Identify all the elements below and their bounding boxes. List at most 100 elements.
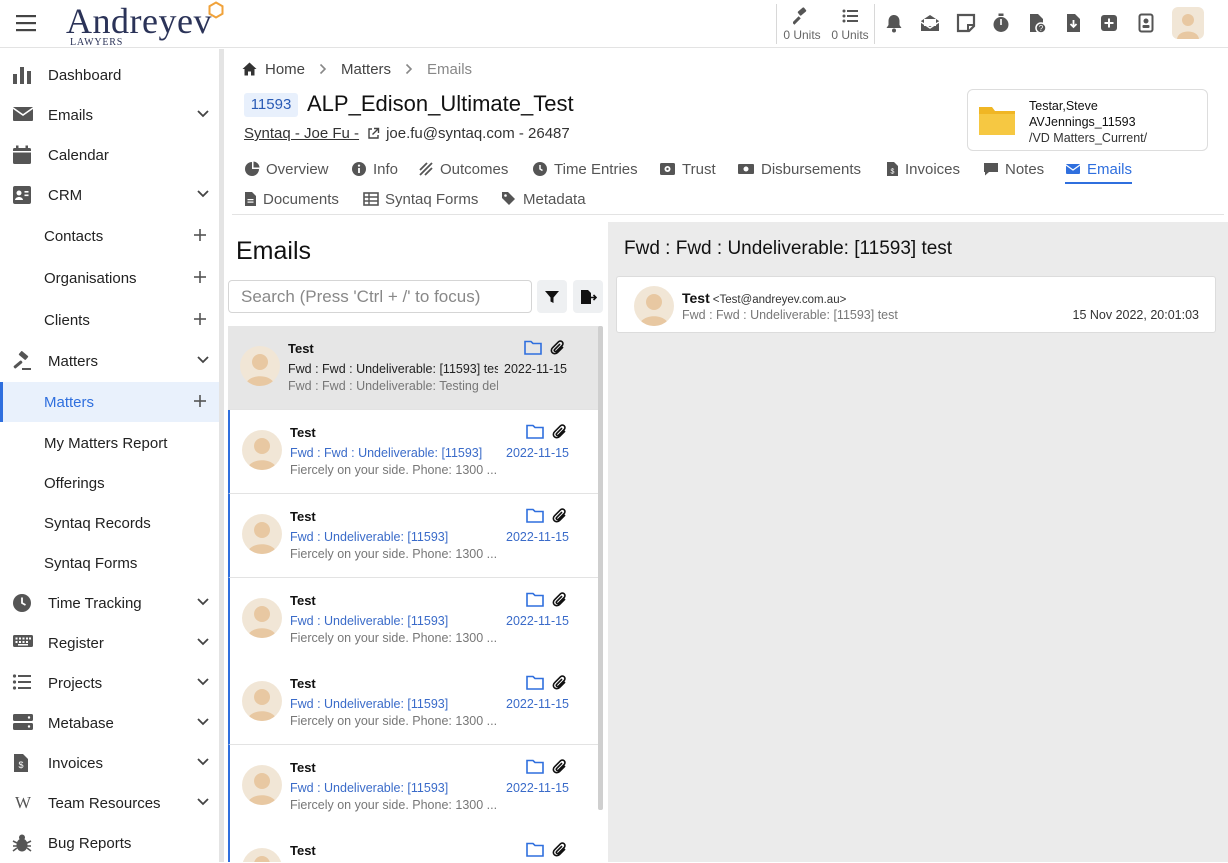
folder-outline-icon[interactable] [526, 842, 544, 857]
paperclip-icon[interactable] [552, 759, 568, 775]
contact-link[interactable]: Syntaq - Joe Fu - [244, 125, 359, 142]
andreyev-logo[interactable]: Andreyev LAWYERS [66, 1, 226, 48]
paperclip-icon[interactable] [550, 340, 566, 356]
tab-outcomes[interactable]: Outcomes [418, 157, 508, 181]
email-list-item[interactable]: Test Fwd : Fwd : Undeliverable: [11593] … [228, 410, 600, 494]
avatar [242, 598, 282, 638]
folder-outline-icon[interactable] [526, 424, 544, 439]
chevron-down-icon[interactable] [196, 355, 210, 365]
contact-email[interactable]: joe.fu@syntaq.com - 26487 [386, 125, 570, 142]
external-link-icon[interactable] [367, 127, 380, 140]
sidebar-item-contacts[interactable]: Contacts [0, 216, 220, 256]
tab-emails[interactable]: Emails [1065, 157, 1133, 184]
breadcrumb-home[interactable]: Home [265, 61, 305, 78]
chevron-down-icon[interactable] [196, 637, 210, 647]
folder-outline-icon[interactable] [526, 759, 544, 774]
chevron-down-icon[interactable] [196, 677, 210, 687]
sidebar-item-time-tracking[interactable]: Time Tracking [0, 583, 220, 623]
folder-outline-icon[interactable] [526, 508, 544, 523]
sticky-note-icon[interactable] [956, 13, 976, 33]
folder-outline-icon[interactable] [526, 675, 544, 690]
bell-icon[interactable] [884, 13, 904, 33]
folder-outline-icon[interactable] [524, 340, 542, 355]
chevron-down-icon[interactable] [196, 757, 210, 767]
plus-icon[interactable] [193, 312, 207, 326]
file-question-icon[interactable]: ? [1027, 13, 1047, 33]
paperclip-icon[interactable] [552, 424, 568, 440]
sidebar-item-calendar[interactable]: Calendar [0, 135, 220, 175]
tab-info[interactable]: Info [351, 157, 398, 181]
money-bill-icon [737, 162, 761, 176]
email-subject: Fwd : Fwd : Undeliverable: [11593] [290, 446, 483, 460]
id-badge-icon[interactable] [1136, 13, 1156, 33]
tab-overview[interactable]: Overview [244, 157, 329, 181]
chevron-down-icon[interactable] [196, 717, 210, 727]
tab-time-entries[interactable]: Time Entries [532, 157, 638, 181]
export-button[interactable] [573, 280, 603, 313]
sidebar-item-crm[interactable]: CRM [0, 175, 220, 215]
email-list-item[interactable]: Test Fwd : Undeliverable: [11593] 2022-1… [228, 661, 600, 745]
sidebar-item-syntaq-records[interactable]: Syntaq Records [0, 503, 220, 543]
sidebar-item-metabase[interactable]: Metabase [0, 703, 220, 743]
envelope-open-icon[interactable] [919, 13, 941, 33]
tab-notes[interactable]: Notes [983, 157, 1044, 181]
sidebar-item-matters-group[interactable]: Matters [0, 341, 220, 381]
sidebar-item-dashboard[interactable]: Dashboard [0, 55, 220, 95]
email-list-scrollbar[interactable] [598, 326, 603, 810]
sidebar-item-my-matters-report[interactable]: My Matters Report [0, 423, 220, 463]
sidebar-item-emails[interactable]: Emails [0, 95, 220, 135]
sidebar-item-team-resources[interactable]: W Team Resources [0, 783, 220, 823]
email-list-item[interactable]: Test Fwd : Undeliverable: [11593] 2022-1… [228, 494, 600, 578]
sidebar-item-invoices[interactable]: $ Invoices [0, 743, 220, 783]
units-list[interactable]: 0 Units [826, 0, 874, 48]
user-avatar[interactable] [1172, 7, 1204, 39]
sidebar-item-syntaq-forms[interactable]: Syntaq Forms [0, 543, 220, 583]
chevron-down-icon[interactable] [196, 597, 210, 607]
gavel-icon [778, 7, 826, 25]
tab-trust[interactable]: Trust [659, 157, 716, 181]
paperclip-icon[interactable] [552, 675, 568, 691]
message-sender: Test <Test@andreyev.com.au> [682, 290, 846, 306]
search-input[interactable] [228, 280, 532, 313]
tab-disbursements[interactable]: Disbursements [737, 157, 861, 181]
chevron-down-icon[interactable] [196, 189, 210, 199]
email-list-item[interactable]: Test [228, 828, 600, 862]
tab-invoices[interactable]: $ Invoices [886, 157, 960, 181]
sidebar-item-clients[interactable]: Clients [0, 300, 220, 340]
sidebar-item-offerings[interactable]: Offerings [0, 463, 220, 503]
email-list-item[interactable]: Test Fwd : Fwd : Undeliverable: [11593] … [228, 326, 600, 410]
file-download-icon[interactable] [1063, 13, 1083, 33]
sidebar-scrollbar[interactable] [219, 49, 224, 862]
table-icon [363, 192, 385, 206]
filter-button[interactable] [537, 280, 567, 313]
page-title: ALP_Edison_Ultimate_Test [307, 91, 574, 116]
stopwatch-icon[interactable] [991, 13, 1011, 33]
folder-outline-icon[interactable] [526, 592, 544, 607]
plus-icon[interactable] [193, 270, 207, 284]
sidebar-item-register[interactable]: Register [0, 623, 220, 663]
hamburger-menu-icon[interactable] [16, 14, 36, 32]
sidebar-item-bug-reports[interactable]: Bug Reports [0, 823, 220, 863]
folder-card[interactable]: Testar,Steve AVJennings_11593 /VD Matter… [967, 89, 1208, 151]
chevron-down-icon[interactable] [196, 109, 210, 119]
sidebar-item-label: Contacts [44, 227, 104, 245]
plus-icon[interactable] [193, 228, 207, 242]
breadcrumb-matters[interactable]: Matters [341, 61, 391, 78]
home-icon[interactable] [242, 62, 257, 76]
paperclip-icon[interactable] [552, 592, 568, 608]
plus-icon[interactable] [193, 394, 207, 408]
tab-metadata[interactable]: Metadata [501, 187, 586, 211]
tab-documents[interactable]: Documents [244, 187, 339, 211]
paperclip-icon[interactable] [552, 842, 568, 858]
plus-square-icon[interactable] [1099, 13, 1119, 33]
email-list-item[interactable]: Test Fwd : Undeliverable: [11593] 2022-1… [228, 745, 600, 829]
tab-syntaq-forms[interactable]: Syntaq Forms [363, 187, 478, 211]
email-list-item[interactable]: Test Fwd : Undeliverable: [11593] 2022-1… [228, 578, 600, 662]
paperclip-icon[interactable] [552, 508, 568, 524]
units-gavel[interactable]: 0 Units [778, 0, 826, 48]
sidebar-item-matters[interactable]: Matters [0, 382, 220, 422]
sidebar-item-organisations[interactable]: Organisations [0, 258, 220, 298]
chevron-down-icon[interactable] [196, 797, 210, 807]
sidebar-item-projects[interactable]: Projects [0, 663, 220, 703]
email-message-card[interactable]: Test <Test@andreyev.com.au> Fwd : Fwd : U… [616, 276, 1216, 333]
